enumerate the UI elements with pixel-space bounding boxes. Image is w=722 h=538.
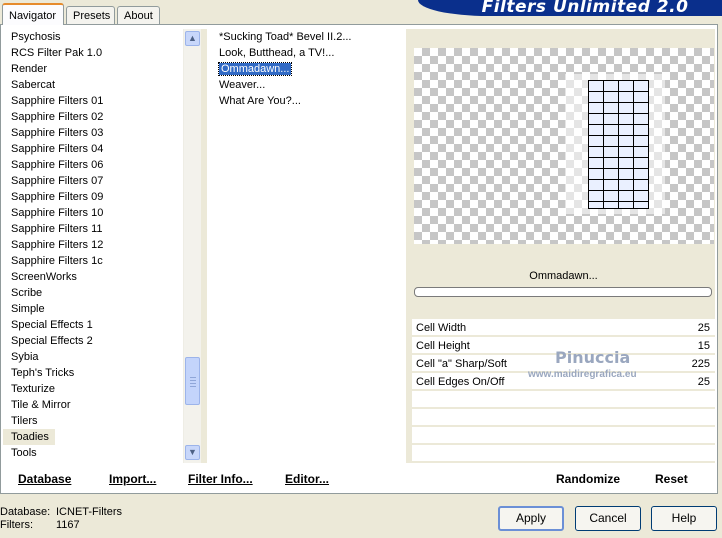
filter-list[interactable]: *Sucking Toad* Bevel II.2... Look, Butthe… bbox=[208, 29, 406, 463]
scroll-up-arrow-icon[interactable]: ▲ bbox=[185, 31, 200, 46]
param-row-cell-width[interactable]: Cell Width 25 bbox=[412, 319, 715, 337]
category-item[interactable]: Sapphire Filters 03 bbox=[3, 125, 181, 141]
param-row-empty bbox=[412, 391, 715, 409]
filter-item[interactable]: Look, Butthead, a TV!... bbox=[208, 45, 406, 61]
filter-item[interactable]: What Are You?... bbox=[208, 93, 406, 109]
current-filter-name: Ommadawn... bbox=[529, 270, 598, 282]
apply-button[interactable]: Apply bbox=[498, 506, 564, 531]
list-divider bbox=[201, 29, 207, 463]
filter-item[interactable]: Ommadawn... bbox=[208, 61, 406, 77]
category-item[interactable]: Sapphire Filters 06 bbox=[3, 157, 181, 173]
progress-bar bbox=[414, 287, 712, 297]
status-database: Database: ICNET-Filters bbox=[0, 506, 122, 518]
param-row-empty bbox=[412, 445, 715, 463]
tab-about[interactable]: About bbox=[117, 6, 160, 24]
banner-title: Filters Unlimited 2.0 bbox=[481, 0, 689, 17]
filter-item-label: Ommadawn... bbox=[217, 62, 293, 76]
parameter-list: Cell Width 25 Cell Height 15 Cell "a" Sh… bbox=[412, 319, 715, 463]
category-item[interactable]: Special Effects 1 bbox=[3, 317, 181, 333]
reset-button[interactable]: Reset bbox=[655, 472, 688, 486]
filter-item-label: What Are You?... bbox=[219, 95, 301, 107]
status-database-value: ICNET-Filters bbox=[56, 506, 122, 518]
tab-presets[interactable]: Presets bbox=[66, 6, 115, 24]
category-item[interactable]: RCS Filter Pak 1.0 bbox=[3, 45, 181, 61]
category-item[interactable]: Psychosis bbox=[3, 29, 181, 45]
category-item[interactable]: Sapphire Filters 1c bbox=[3, 253, 181, 269]
category-item[interactable]: Tilers bbox=[3, 413, 181, 429]
filter-item[interactable]: *Sucking Toad* Bevel II.2... bbox=[208, 29, 406, 45]
watermark-url: www.maidiregrafica.eu bbox=[528, 369, 637, 380]
preview-image[interactable] bbox=[414, 48, 714, 244]
category-item[interactable]: Tools bbox=[3, 445, 181, 461]
filter-item[interactable]: Weaver... bbox=[208, 77, 406, 93]
category-item[interactable]: Scribe bbox=[3, 285, 181, 301]
scroll-down-arrow-icon[interactable]: ▼ bbox=[185, 445, 200, 460]
category-item[interactable]: Sapphire Filters 12 bbox=[3, 237, 181, 253]
param-value: 25 bbox=[697, 322, 710, 334]
editor-button[interactable]: Editor... bbox=[285, 472, 329, 486]
preview-grid-pattern bbox=[588, 80, 649, 209]
watermark-name: Pinuccia bbox=[555, 348, 631, 367]
database-button[interactable]: Database bbox=[18, 472, 71, 486]
filter-item-label: Weaver... bbox=[219, 79, 266, 91]
help-button[interactable]: Help bbox=[651, 506, 717, 531]
category-item[interactable]: Sapphire Filters 09 bbox=[3, 189, 181, 205]
status-filters: Filters: 1167 bbox=[0, 519, 80, 531]
param-row-empty bbox=[412, 409, 715, 427]
param-value: 225 bbox=[691, 358, 710, 370]
category-item[interactable]: Sapphire Filters 07 bbox=[3, 173, 181, 189]
category-item[interactable]: Sapphire Filters 04 bbox=[3, 141, 181, 157]
scroll-thumb[interactable] bbox=[185, 357, 200, 405]
category-item[interactable]: Tile & Mirror bbox=[3, 397, 181, 413]
category-item[interactable]: Sybia bbox=[3, 349, 181, 365]
category-item[interactable]: Simple bbox=[3, 301, 181, 317]
category-list[interactable]: Psychosis RCS Filter Pak 1.0 Render Saberca… bbox=[3, 29, 181, 465]
randomize-button[interactable]: Randomize bbox=[556, 472, 620, 486]
param-value: 15 bbox=[697, 340, 710, 352]
category-item[interactable]: ScreenWorks bbox=[3, 269, 181, 285]
param-label: Cell Edges On/Off bbox=[416, 376, 505, 388]
filter-item-label: Look, Butthead, a TV!... bbox=[219, 47, 335, 59]
cancel-button[interactable]: Cancel bbox=[575, 506, 641, 531]
import-button[interactable]: Import... bbox=[109, 472, 156, 486]
param-value: 25 bbox=[697, 376, 710, 388]
status-database-label: Database: bbox=[0, 506, 51, 518]
category-item[interactable]: Sapphire Filters 01 bbox=[3, 93, 181, 109]
category-item[interactable]: Sapphire Filters 02 bbox=[3, 109, 181, 125]
category-item[interactable]: Special Effects 2 bbox=[3, 333, 181, 349]
param-label: Cell Height bbox=[416, 340, 470, 352]
category-item[interactable]: Render bbox=[3, 61, 181, 77]
param-row-empty bbox=[412, 427, 715, 445]
category-item[interactable]: Toadies bbox=[3, 429, 55, 445]
category-item[interactable]: Sapphire Filters 11 bbox=[3, 221, 181, 237]
status-filters-label: Filters: bbox=[0, 519, 33, 531]
tab-navigator[interactable]: Navigator bbox=[2, 3, 64, 25]
category-item[interactable]: Teph's Tricks bbox=[3, 365, 181, 381]
filter-item-label: *Sucking Toad* Bevel II.2... bbox=[219, 31, 352, 43]
category-item[interactable]: Sabercat bbox=[3, 77, 181, 93]
status-filters-value: 1167 bbox=[56, 519, 80, 531]
category-item[interactable]: Texturize bbox=[3, 381, 181, 397]
category-item[interactable]: Sapphire Filters 10 bbox=[3, 205, 181, 221]
param-label: Cell Width bbox=[416, 322, 467, 334]
filter-info-button[interactable]: Filter Info... bbox=[188, 472, 253, 486]
category-scrollbar[interactable]: ▲ ▼ bbox=[183, 29, 201, 463]
param-label: Cell "a" Sharp/Soft bbox=[416, 358, 507, 370]
